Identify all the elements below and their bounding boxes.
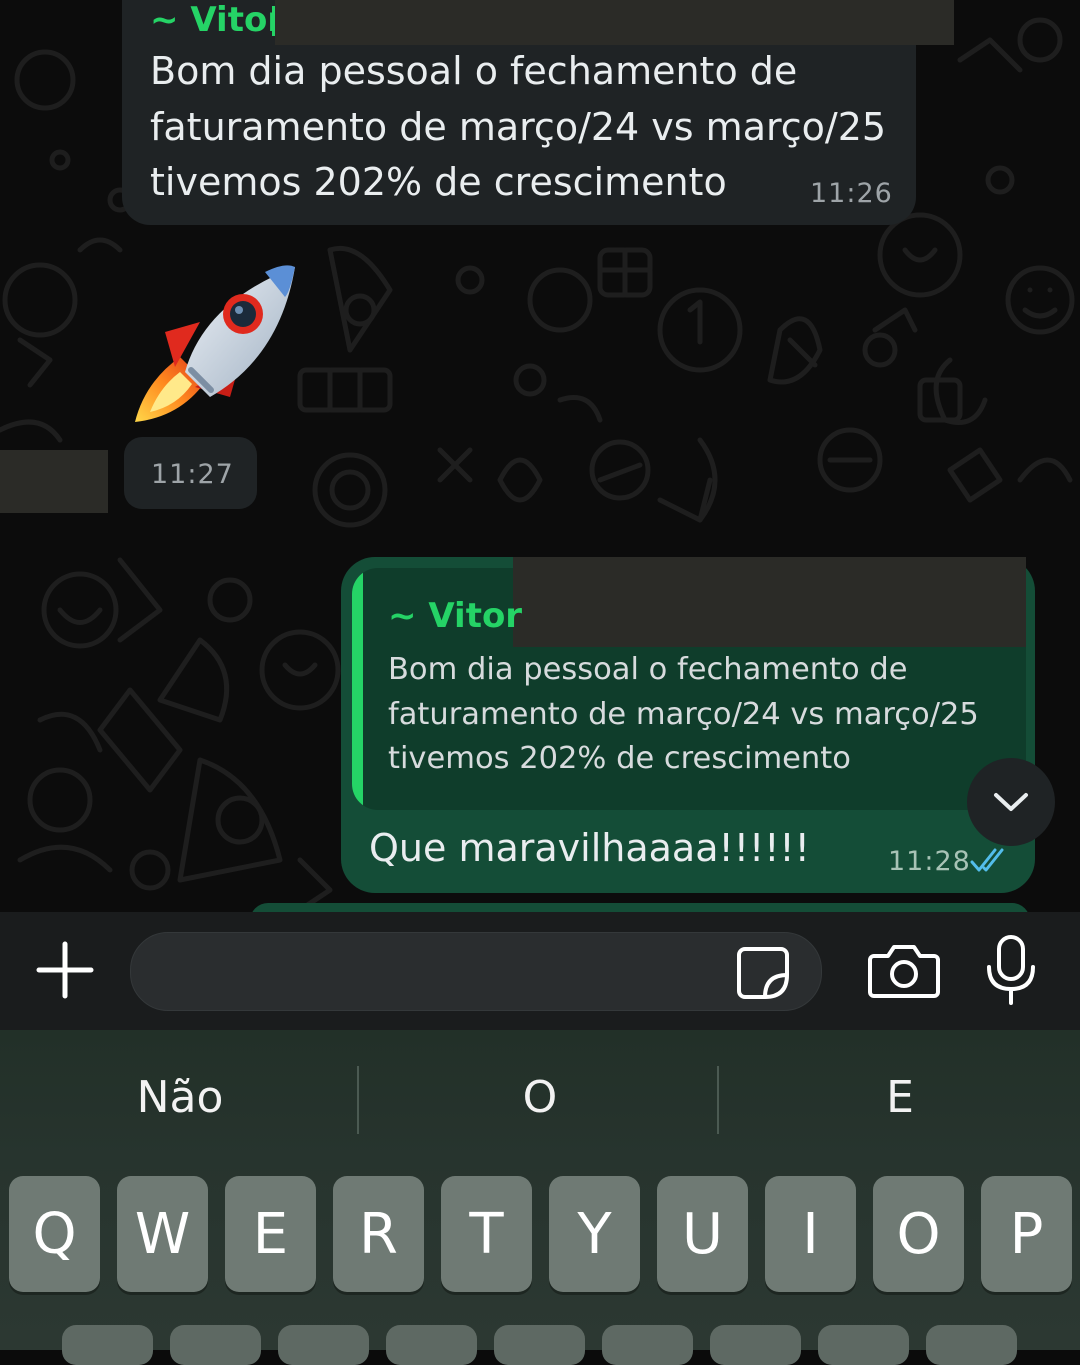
redacted-area	[513, 557, 1026, 647]
microphone-icon[interactable]	[983, 935, 1039, 1005]
suggestion-divider	[357, 1066, 359, 1134]
key-r[interactable]: R	[333, 1176, 424, 1292]
redacted-avatar-area	[0, 450, 108, 513]
sticker-time: 11:27	[151, 459, 234, 490]
key-row2[interactable]	[386, 1325, 477, 1365]
sticker-time-badge: 11:27	[124, 437, 257, 509]
outgoing-message-text: Que maravilhaaaa!!!!!!	[369, 826, 810, 870]
redacted-area	[275, 0, 954, 45]
key-row2[interactable]	[818, 1325, 909, 1365]
plus-icon[interactable]	[35, 940, 95, 1000]
key-row2[interactable]	[494, 1325, 585, 1365]
key-w[interactable]: W	[117, 1176, 208, 1292]
message-input-field[interactable]	[130, 932, 822, 1011]
key-y[interactable]: Y	[549, 1176, 640, 1292]
incoming-message-time: 11:26	[810, 178, 893, 209]
key-e[interactable]: E	[225, 1176, 316, 1292]
incoming-message-text: Bom dia pessoal o fechamento de faturame…	[150, 49, 887, 204]
key-row2[interactable]	[710, 1325, 801, 1365]
scroll-to-bottom-button[interactable]	[967, 758, 1055, 846]
read-receipt-icon	[970, 848, 1004, 872]
key-row2[interactable]	[602, 1325, 693, 1365]
camera-icon[interactable]	[868, 940, 940, 1002]
quote-accent-bar	[352, 568, 363, 810]
key-p[interactable]: P	[981, 1176, 1072, 1292]
suggestion-2[interactable]: O	[360, 1072, 720, 1123]
suggestion-3[interactable]: E	[720, 1072, 1080, 1123]
rocket-icon[interactable]	[125, 262, 300, 432]
key-row2[interactable]	[278, 1325, 369, 1365]
outgoing-message-time: 11:28	[888, 846, 971, 877]
incoming-sender-name[interactable]: ~ Vitor	[150, 0, 284, 40]
key-o[interactable]: O	[873, 1176, 964, 1292]
key-q[interactable]: Q	[9, 1176, 100, 1292]
key-row2[interactable]	[170, 1325, 261, 1365]
key-u[interactable]: U	[657, 1176, 748, 1292]
key-t[interactable]: T	[441, 1176, 532, 1292]
quoted-sender-name: ~ Vitor	[388, 596, 523, 636]
key-row2[interactable]	[926, 1325, 1017, 1365]
sticker-icon[interactable]	[735, 945, 791, 1001]
message-input[interactable]	[155, 947, 719, 997]
suggestion-1[interactable]: Não	[0, 1072, 360, 1123]
suggestion-divider	[717, 1066, 719, 1134]
chevron-down-icon	[994, 793, 1028, 811]
quoted-message-text: Bom dia pessoal o fechamento de faturame…	[388, 652, 979, 776]
key-i[interactable]: I	[765, 1176, 856, 1292]
key-row2[interactable]	[62, 1325, 153, 1365]
